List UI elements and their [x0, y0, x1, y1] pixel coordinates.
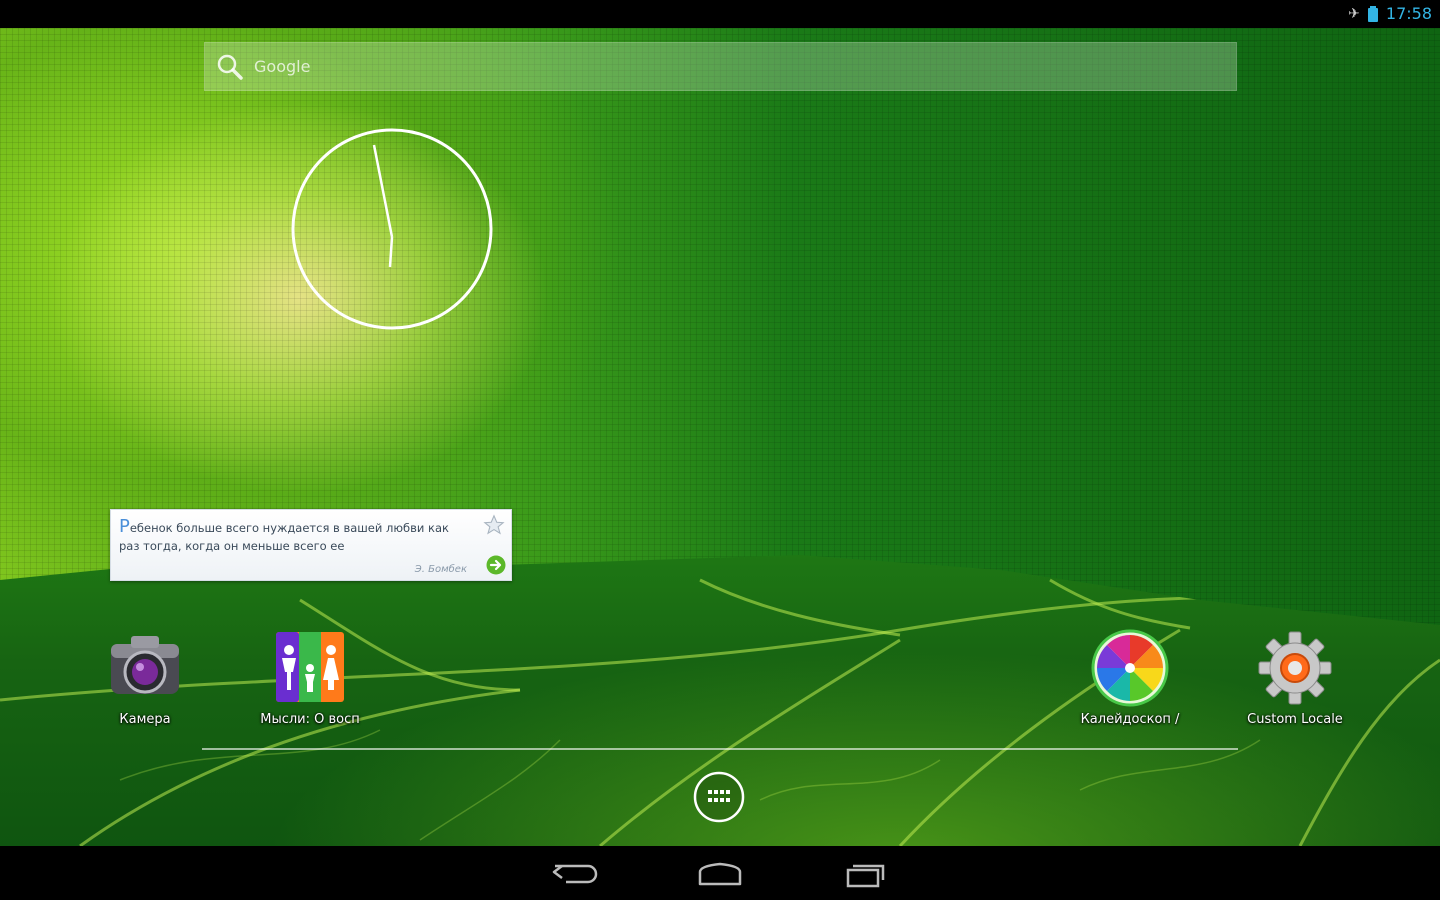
app-custom-locale[interactable]: Custom Locale: [1225, 628, 1365, 727]
star-icon[interactable]: [483, 514, 505, 536]
google-search-bar[interactable]: Google: [204, 42, 1237, 91]
clock-hour-hand: [388, 236, 394, 268]
app-label-custom-locale: Custom Locale: [1247, 712, 1343, 727]
status-time: 17:58: [1385, 4, 1432, 23]
kaleidoscope-icon: [1091, 629, 1169, 707]
app-label-camera: Камера: [119, 712, 171, 727]
status-icons: ✈ 17:58: [1348, 4, 1432, 23]
parenting-icon: [276, 632, 344, 702]
app-parenting-thoughts[interactable]: Мысли: О восп: [240, 628, 380, 727]
search-icon: [217, 54, 243, 80]
quote-author: Э. Бомбек: [414, 564, 467, 575]
app-label-parenting: Мысли: О восп: [260, 712, 360, 727]
analog-clock-widget[interactable]: [290, 127, 494, 331]
quote-widget[interactable]: Ребенок больше всего нуждается в вашей л…: [110, 509, 512, 581]
battery-icon: [1367, 5, 1378, 22]
airplane-icon: ✈: [1348, 5, 1360, 22]
dock-divider: [202, 748, 1238, 750]
next-arrow-icon[interactable]: [486, 555, 506, 575]
status-bar: ✈ 17:58: [0, 0, 1440, 28]
back-icon[interactable]: [546, 856, 606, 890]
quote-initial: Р: [119, 516, 130, 537]
clock-minute-hand: [372, 144, 394, 238]
settings-gear-icon: [1258, 631, 1332, 705]
camera-icon: [111, 636, 179, 694]
quote-body: ебенок больше всего нуждается в вашей лю…: [119, 521, 449, 553]
home-icon[interactable]: [690, 856, 750, 890]
app-kaleidoscope[interactable]: Калейдоскоп /: [1060, 628, 1200, 727]
quote-text: Ребенок больше всего нуждается в вашей л…: [119, 518, 469, 555]
recents-icon[interactable]: [836, 856, 896, 890]
search-label: Google: [254, 57, 311, 76]
app-camera[interactable]: Камера: [75, 628, 215, 727]
app-label-kaleidoscope: Калейдоскоп /: [1080, 712, 1180, 727]
all-apps-button[interactable]: [693, 771, 745, 823]
navigation-bar: [0, 846, 1440, 900]
